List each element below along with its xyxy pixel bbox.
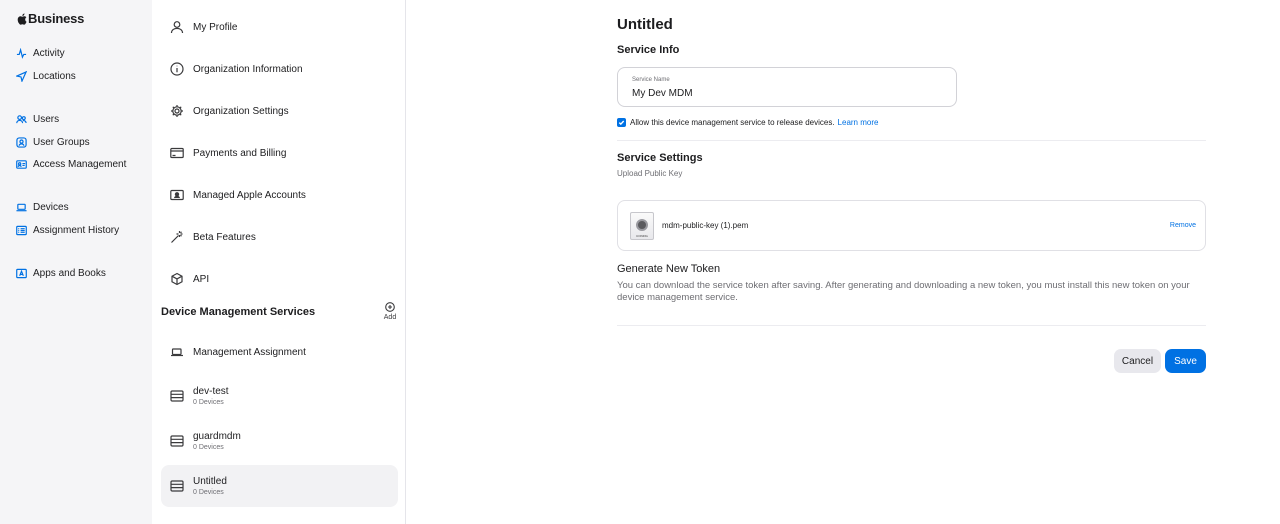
sidebar-item-apps-and-books[interactable]: Apps and Books [16, 265, 106, 281]
app-window: Business Activity Locations Users User G… [0, 0, 1280, 524]
magic-wand-icon [170, 230, 184, 244]
primary-sidebar: Business Activity Locations Users User G… [0, 0, 152, 524]
person-icon [170, 20, 184, 34]
file-icon-text: CONFIG [636, 233, 648, 238]
device-management-services-title: Device Management Services [161, 306, 316, 318]
dms-item-label: dev-test [193, 386, 229, 397]
save-button[interactable]: Save [1165, 349, 1206, 373]
section-divider [617, 325, 1206, 326]
sidebar-item-user-groups[interactable]: User Groups [16, 134, 90, 150]
laptop-icon [16, 202, 27, 213]
list-icon [16, 225, 27, 236]
settings-item-managed-apple-accounts[interactable]: Managed Apple Accounts [161, 174, 398, 216]
service-info-heading: Service Info [617, 44, 680, 56]
checkmark-icon [618, 120, 625, 126]
service-name-field[interactable]: Service Name [617, 67, 957, 107]
sidebar-item-users[interactable]: Users [16, 111, 59, 127]
generate-token-heading: Generate New Token [617, 263, 721, 275]
sidebar-item-label: Activity [33, 47, 65, 59]
settings-item-label: Managed Apple Accounts [193, 189, 306, 201]
dms-item-guardmdm[interactable]: guardmdm 0 Devices [161, 420, 398, 462]
sidebar-item-locations[interactable]: Locations [16, 68, 76, 84]
settings-item-api[interactable]: API [161, 258, 398, 300]
info-icon [170, 62, 184, 76]
sidebar-item-label: User Groups [33, 136, 90, 148]
app-store-icon [16, 268, 27, 279]
file-name: mdm-public-key (1).pem [662, 221, 749, 230]
add-service-button[interactable]: Add [377, 302, 403, 321]
brand-logo[interactable]: Business [17, 11, 84, 26]
users-icon [16, 114, 27, 125]
section-divider [617, 140, 1206, 141]
dms-item-dev-test[interactable]: dev-test 0 Devices [161, 375, 398, 417]
config-file-icon: CONFIG [630, 211, 654, 240]
sidebar-item-label: Apps and Books [33, 267, 106, 279]
allow-release-checkbox[interactable] [617, 118, 626, 127]
uploaded-file-card: CONFIG mdm-public-key (1).pem Remove [617, 200, 1206, 251]
server-icon [170, 434, 184, 448]
settings-item-label: My Profile [193, 21, 238, 33]
dms-item-device-count: 0 Devices [193, 399, 224, 406]
settings-item-my-profile[interactable]: My Profile [161, 6, 398, 48]
dms-item-management-assignment[interactable]: Management Assignment [161, 331, 398, 373]
apple-logo-icon [17, 13, 27, 25]
sidebar-item-label: Users [33, 113, 60, 125]
sidebar-item-access-management[interactable]: Access Management [16, 156, 126, 172]
settings-item-organization-information[interactable]: Organization Information [161, 48, 398, 90]
settings-item-beta-features[interactable]: Beta Features [161, 216, 398, 258]
dms-item-untitled[interactable]: Untitled 0 Devices [161, 465, 398, 507]
sidebar-item-assignment-history[interactable]: Assignment History [16, 222, 119, 238]
settings-item-label: Payments and Billing [193, 147, 287, 159]
upload-public-key-label: Upload Public Key [617, 169, 683, 178]
sidebar-item-activity[interactable]: Activity [16, 45, 65, 61]
settings-item-organization-settings[interactable]: Organization Settings [161, 90, 398, 132]
gear-icon [170, 104, 184, 118]
service-detail-panel: Untitled Service Info Service Name Allow… [407, 0, 1280, 524]
activity-icon [16, 47, 27, 59]
settings-item-label: Organization Settings [193, 105, 289, 117]
sidebar-item-label: Devices [33, 201, 69, 213]
dms-item-device-count: 0 Devices [193, 489, 224, 496]
settings-item-label: Organization Information [193, 63, 303, 75]
add-button-label: Add [383, 314, 397, 321]
page-title: Untitled [617, 16, 673, 33]
location-arrow-icon [16, 70, 27, 82]
settings-item-label: API [193, 273, 210, 285]
plus-circle-icon [385, 302, 395, 312]
service-name-input[interactable] [632, 88, 942, 99]
laptop-icon [170, 345, 184, 359]
server-icon [170, 389, 184, 403]
cancel-button[interactable]: Cancel [1114, 349, 1161, 373]
sidebar-item-label: Locations [33, 70, 76, 82]
learn-more-link[interactable]: Learn more [838, 118, 879, 127]
dms-item-label: guardmdm [193, 431, 241, 442]
dms-item-device-count: 0 Devices [193, 444, 224, 451]
settings-item-label: Beta Features [193, 231, 256, 243]
allow-release-row: Allow this device management service to … [617, 118, 878, 127]
remove-file-link[interactable]: Remove [1170, 222, 1196, 229]
cube-icon [170, 272, 184, 286]
settings-item-payments-and-billing[interactable]: Payments and Billing [161, 132, 398, 174]
sidebar-item-label: Access Management [33, 158, 127, 170]
brand-name: Business [28, 11, 85, 26]
dms-item-label: Management Assignment [193, 346, 306, 358]
sidebar-item-devices[interactable]: Devices [16, 199, 69, 215]
credit-card-icon [170, 146, 184, 160]
account-card-icon [170, 188, 184, 202]
service-name-label: Service Name [632, 77, 670, 83]
server-icon [170, 479, 184, 493]
sidebar-item-label: Assignment History [33, 224, 120, 236]
dms-item-label: Untitled [193, 476, 227, 487]
id-card-icon [16, 159, 27, 170]
generate-token-description: You can download the service token after… [617, 280, 1190, 303]
user-group-icon [16, 136, 27, 148]
service-settings-heading: Service Settings [617, 152, 703, 164]
allow-release-label: Allow this device management service to … [630, 118, 835, 127]
